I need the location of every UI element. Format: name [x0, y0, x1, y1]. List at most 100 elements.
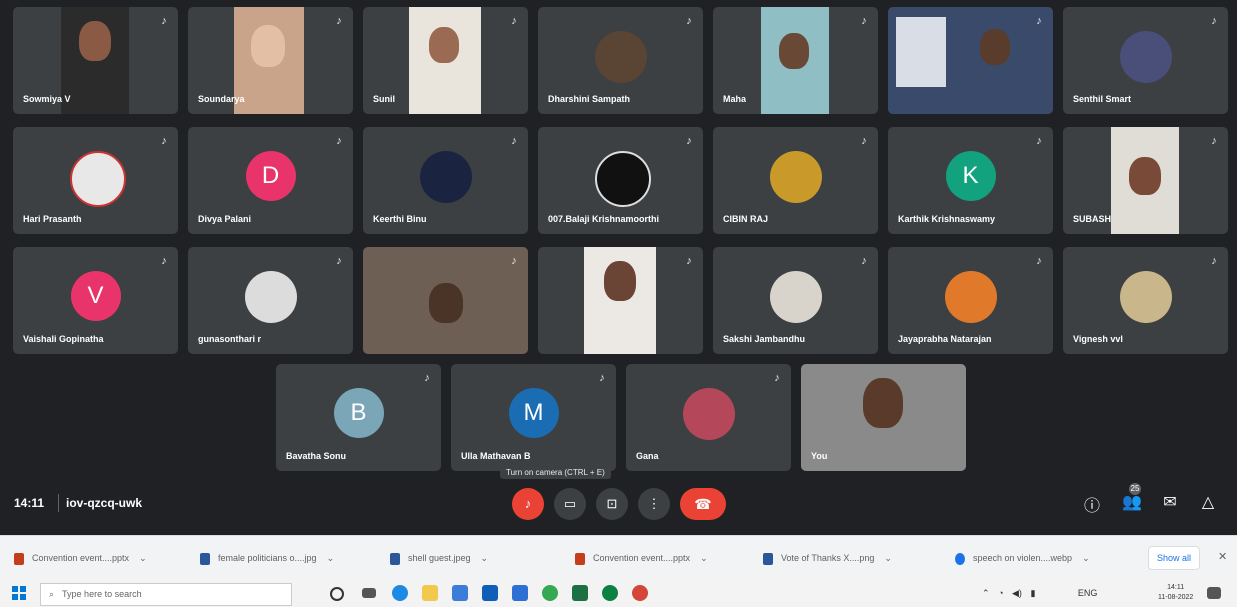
participant-video	[761, 7, 829, 114]
mic-toggle-button[interactable]: ♪	[512, 488, 544, 520]
chevron-down-icon[interactable]: ⌄	[884, 553, 892, 563]
excel-icon[interactable]	[572, 585, 588, 601]
self-view-tile[interactable]: You	[801, 364, 966, 471]
participant-name: Karthik Krishnaswamy	[898, 214, 996, 224]
task-view-icon[interactable]	[362, 588, 376, 598]
participant-tile[interactable]: ♪	[363, 247, 528, 354]
participant-tile[interactable]: ♪ SUBASH	[1063, 127, 1228, 234]
participant-tile[interactable]: D ♪ Divya Palani	[188, 127, 353, 234]
notifications-icon[interactable]	[1207, 587, 1221, 599]
more-vert-icon: ⋮	[647, 496, 661, 511]
participant-tile[interactable]: K ♪ Karthik Krishnaswamy	[888, 127, 1053, 234]
participant-name: Hari Prasanth	[23, 214, 82, 224]
participant-tile[interactable]: B ♪ Bavatha Sonu	[276, 364, 441, 471]
chat-button[interactable]: ✉	[1158, 492, 1182, 512]
participant-tile[interactable]: ♪ Sowmiya V	[13, 7, 178, 114]
camera-toggle-button[interactable]: ▭	[554, 488, 586, 520]
more-options-button[interactable]: ⋮	[638, 488, 670, 520]
mail-icon[interactable]	[482, 585, 498, 601]
participant-tile[interactable]: ♪ Vignesh vvl	[1063, 247, 1228, 354]
divider	[58, 494, 59, 512]
participants-button[interactable]: 👥	[1120, 492, 1144, 512]
download-label: shell guest.jpeg	[408, 553, 471, 563]
cortana-icon[interactable]	[330, 587, 344, 601]
file-explorer-icon[interactable]	[422, 585, 438, 601]
chevron-down-icon[interactable]: ⌄	[139, 553, 147, 563]
participant-tile[interactable]: ♪	[538, 247, 703, 354]
participant-name: Soundarya	[198, 94, 245, 104]
people-icon: 👥	[1122, 494, 1142, 511]
download-label: Convention event....pptx	[593, 553, 691, 563]
participant-photo	[69, 150, 126, 207]
download-item[interactable]: speech on violen....webp ⌄	[955, 546, 1090, 570]
mic-muted-icon: ♪	[161, 255, 167, 267]
participant-tile[interactable]: ♪ Soundarya	[188, 7, 353, 114]
chevron-down-icon[interactable]: ⌄	[327, 553, 335, 563]
volume-icon: ◀)	[1012, 588, 1022, 598]
file-icon	[575, 552, 585, 565]
end-call-button[interactable]: ☎	[680, 488, 726, 520]
participant-avatar: V	[70, 270, 121, 321]
start-button[interactable]	[12, 586, 26, 600]
chrome-icon[interactable]	[542, 585, 558, 601]
mic-muted-icon: ♪	[861, 255, 867, 267]
participant-tile[interactable]: ♪	[888, 7, 1053, 114]
participant-tile[interactable]: ♪ Sakshi Jambandhu	[713, 247, 878, 354]
chevron-down-icon[interactable]: ⌄	[1082, 553, 1090, 563]
participant-tile[interactable]: ♪ Dharshini Sampath	[538, 7, 703, 114]
downloads-bar: Convention event....pptx ⌄ female politic…	[0, 535, 1237, 580]
meeting-details-button[interactable]: ⓘ	[1080, 492, 1104, 516]
taskbar-clock[interactable]: 14:11 11-08-2022	[1158, 583, 1193, 603]
taskbar-search[interactable]: ⌕ Type here to search	[40, 583, 292, 606]
chevron-down-icon[interactable]: ⌄	[700, 553, 708, 563]
participant-name: You	[811, 451, 828, 461]
activities-button[interactable]: △	[1196, 492, 1220, 512]
mic-muted-icon: ♪	[686, 135, 692, 147]
download-item[interactable]: shell guest.jpeg ⌄	[390, 546, 488, 570]
download-label: female politicians o....jpg	[218, 553, 317, 563]
language-indicator[interactable]: ENG	[1078, 588, 1098, 598]
file-icon	[390, 552, 400, 565]
download-item[interactable]: Convention event....pptx ⌄	[14, 546, 147, 570]
download-label: speech on violen....webp	[973, 553, 1073, 563]
chevron-down-icon[interactable]: ⌄	[481, 553, 489, 563]
participant-tile[interactable]: ♪ Hari Prasanth	[13, 127, 178, 234]
participant-tile[interactable]: ♪ CIBIN RAJ	[713, 127, 878, 234]
participant-tile[interactable]: M ♪ Ulla Mathavan B	[451, 364, 616, 471]
edge-icon[interactable]	[392, 585, 408, 601]
chevron-up-icon[interactable]: ⌃	[982, 588, 990, 598]
present-button[interactable]: ⊡	[596, 488, 628, 520]
participant-avatar: K	[945, 150, 996, 201]
download-label: Vote of Thanks X....png	[781, 553, 875, 563]
app-icon[interactable]	[632, 585, 648, 601]
present-icon: ⊡	[606, 496, 618, 511]
participant-name: gunasonthari r	[198, 334, 262, 344]
participant-tile[interactable]: ♪ 007.Balaji Krishnamoorthi	[538, 127, 703, 234]
download-item[interactable]: female politicians o....jpg ⌄	[200, 546, 334, 570]
participant-avatar: M	[508, 387, 559, 438]
participant-tile[interactable]: ♪ Keerthi Binu	[363, 127, 528, 234]
participant-tile[interactable]: ♪ gunasonthari r	[188, 247, 353, 354]
system-tray[interactable]: ⌃ ◔ ◀) ▮ ENG	[982, 588, 1097, 599]
download-item[interactable]: Convention event....pptx ⌄	[575, 546, 708, 570]
end-call-icon: ☎	[694, 496, 712, 512]
participant-name: Sowmiya V	[23, 94, 71, 104]
meet-icon[interactable]	[602, 585, 618, 601]
mic-muted-icon: ♪	[161, 15, 167, 27]
participant-photo	[1119, 270, 1172, 323]
participant-tile[interactable]: ♪ Jayaprabha Natarajan	[888, 247, 1053, 354]
participant-tile[interactable]: ♪ Gana	[626, 364, 791, 471]
participant-tile[interactable]: V ♪ Vaishali Gopinatha	[13, 247, 178, 354]
word-icon[interactable]	[512, 585, 528, 601]
mic-muted-icon: ♪	[686, 15, 692, 27]
participant-name: Jayaprabha Natarajan	[898, 334, 992, 344]
participant-video	[363, 247, 528, 354]
close-icon[interactable]: ✕	[1218, 550, 1227, 563]
download-item[interactable]: Vote of Thanks X....png ⌄	[763, 546, 892, 570]
participant-tile[interactable]: ♪ Sunil	[363, 7, 528, 114]
store-icon[interactable]	[452, 585, 468, 601]
mic-muted-icon: ♪	[161, 135, 167, 147]
show-all-button[interactable]: Show all	[1148, 546, 1200, 570]
participant-tile[interactable]: ♪ Maha	[713, 7, 878, 114]
participant-tile[interactable]: ♪ Senthil Smart	[1063, 7, 1228, 114]
